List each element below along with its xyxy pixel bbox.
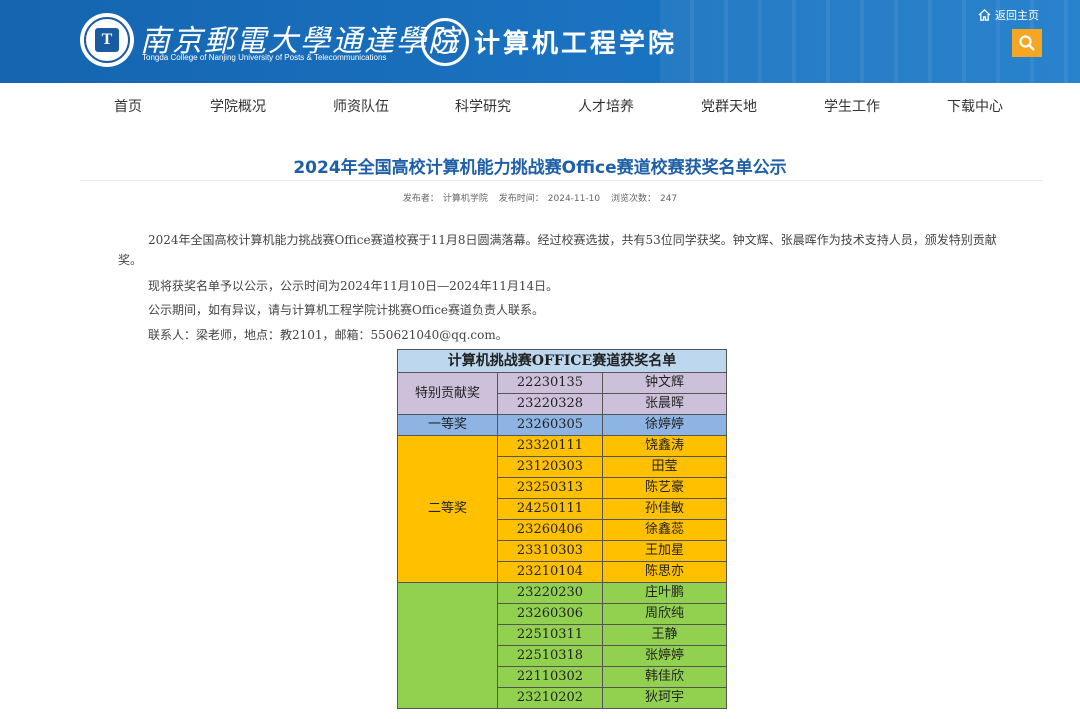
- school-logo-mark: T: [95, 28, 119, 52]
- search-button[interactable]: [1012, 29, 1042, 57]
- student-name-cell: 饶鑫涛: [601, 435, 728, 457]
- student-name-cell: 徐鑫蕊: [601, 519, 728, 541]
- nav-item-downloads[interactable]: 下载中心: [947, 96, 1003, 116]
- student-id-cell: 23260305: [497, 414, 603, 436]
- award-grade-cell: 二等奖: [397, 435, 498, 583]
- student-id-cell: 22510318: [497, 645, 603, 667]
- student-id-cell: 23260306: [497, 603, 603, 625]
- college-name: 计算机工程学院: [474, 29, 678, 59]
- student-name-cell: 韩佳欣: [601, 666, 728, 688]
- student-id-cell: 23120303: [497, 456, 603, 478]
- student-name-cell: 周欣纯: [601, 603, 728, 625]
- student-id-cell: 23210202: [497, 687, 603, 709]
- college-logo-inner: [433, 30, 457, 54]
- paragraph-contact: 联系人：梁老师，地点：教2101，邮箱：550621040@qq.com。: [148, 328, 508, 342]
- paragraph-intro: 2024年全国高校计算机能力挑战赛Office赛道校赛于11月8日圆满落幕。经过…: [118, 233, 997, 267]
- student-id-cell: 23220328: [497, 393, 603, 415]
- award-table-title: 计算机挑战赛OFFICE赛道获奖名单: [396, 349, 728, 373]
- nav-item-student-affairs[interactable]: 学生工作: [824, 96, 880, 116]
- student-id-cell: 22230135: [497, 372, 603, 394]
- student-name-cell: 狄珂宇: [601, 687, 728, 709]
- student-name-cell: 田莹: [601, 456, 728, 478]
- student-name-cell: 张晨晖: [601, 393, 728, 415]
- article-meta: 发布者： 计算机学院 发布时间： 2024-11-10 浏览次数： 247: [0, 191, 1080, 204]
- award-grade-cell: [397, 582, 498, 709]
- award-grade-cell: 一等奖: [397, 414, 498, 436]
- nav-item-education[interactable]: 人才培养: [578, 96, 634, 116]
- site-header: T 南京郵電大學通達學院 Tongda College of Nanjing U…: [0, 0, 1080, 83]
- student-name-cell: 钟文辉: [601, 372, 728, 394]
- student-id-cell: 23250313: [497, 477, 603, 499]
- table-row: 一等奖 23260305 徐婷婷: [397, 414, 728, 436]
- home-link-label: 返回主页: [995, 9, 1039, 22]
- student-id-cell: 23260406: [497, 519, 603, 541]
- student-name-cell: 张婷婷: [601, 645, 728, 667]
- student-id-cell: 22110302: [497, 666, 603, 688]
- student-id-cell: 23210104: [497, 561, 603, 583]
- home-icon: [978, 9, 991, 21]
- nav-item-home[interactable]: 首页: [114, 96, 142, 116]
- student-name-cell: 陈艺豪: [601, 477, 728, 499]
- student-id-cell: 24250111: [497, 498, 603, 520]
- award-table: 计算机挑战赛OFFICE赛道获奖名单 特别贡献奖 22230135 钟文辉 23220…: [396, 349, 728, 709]
- nav-item-party[interactable]: 党群天地: [701, 96, 757, 116]
- publisher-label: 发布者：: [402, 194, 439, 204]
- student-name-cell: 庄叶鹏: [601, 582, 728, 604]
- nav-item-research[interactable]: 科学研究: [455, 96, 511, 116]
- table-row: 23220230 庄叶鹏: [397, 582, 728, 709]
- student-name-cell: 王加星: [601, 540, 728, 562]
- award-grade-cell: 特别贡献奖: [397, 372, 498, 415]
- home-link[interactable]: 返回主页: [978, 7, 1039, 23]
- student-name-cell: 孙佳敏: [601, 498, 728, 520]
- paragraph-period: 现将获奖名单予以公示，公示时间为2024年11月10日—2024年11月14日。: [148, 279, 559, 293]
- publish-date: 2024-11-10: [547, 194, 601, 204]
- student-name-cell: 陈思亦: [601, 561, 728, 583]
- college-logo[interactable]: [421, 18, 469, 66]
- date-label: 发布时间：: [498, 194, 544, 204]
- nav-item-about[interactable]: 学院概况: [210, 96, 266, 116]
- school-logo[interactable]: T: [80, 13, 134, 67]
- title-divider: [80, 180, 1042, 181]
- search-icon: [1019, 35, 1035, 51]
- student-name-cell: 王静: [601, 624, 728, 646]
- student-id-cell: 23320111: [497, 435, 603, 457]
- student-id-cell: 23220230: [497, 582, 603, 604]
- paragraph-objection: 公示期间，如有异议，请与计算机工程学院计挑赛Office赛道负责人联系。: [148, 303, 545, 317]
- table-row: 特别贡献奖 22230135 钟文辉: [397, 372, 728, 415]
- view-count: 247: [659, 194, 678, 204]
- views-label: 浏览次数：: [610, 194, 656, 204]
- table-row: 二等奖 23320111 饶鑫涛: [397, 435, 728, 583]
- student-id-cell: 22510311: [497, 624, 603, 646]
- student-id-cell: 23310303: [497, 540, 603, 562]
- student-name-cell: 徐婷婷: [601, 414, 728, 436]
- main-nav: 首页 学院概况 师资队伍 科学研究 人才培养 党群天地 学生工作 下载中心: [0, 83, 1080, 127]
- article-title: 2024年全国高校计算机能力挑战赛Office赛道校赛获奖名单公示: [293, 158, 787, 178]
- school-name-en: Tongda College of Nanjing University of …: [142, 53, 387, 62]
- nav-item-faculty[interactable]: 师资队伍: [333, 96, 389, 116]
- publisher: 计算机学院: [442, 194, 488, 204]
